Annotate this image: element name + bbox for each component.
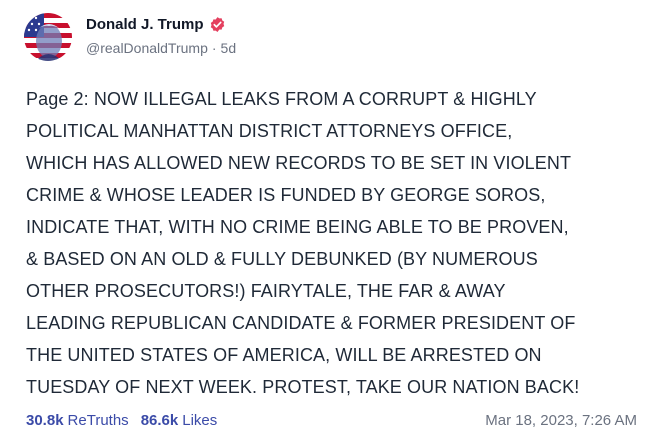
likes-label: Likes xyxy=(182,412,218,429)
post-text-line: WHICH HAS ALLOWED NEW RECORDS TO BE SET … xyxy=(26,153,572,173)
post-text-line: CRIME & WHOSE LEADER IS FUNDED BY GEORGE… xyxy=(26,185,546,205)
likes-count: 86.6k xyxy=(140,412,179,429)
verified-badge-icon xyxy=(209,16,226,33)
post-card: Donald J. Trump @realDonaldTrump · 5d Page… xyxy=(0,0,664,441)
post-text-line: THE UNITED STATES OF AMERICA, WILL BE AR… xyxy=(26,345,542,365)
post-timestamp[interactable]: Mar 18, 2023, 7:26 AM xyxy=(485,412,637,429)
post-text: Page 2: NOW ILLEGAL LEAKS FROM A CORRUPT… xyxy=(26,83,648,403)
retruths-stat[interactable]: 30.8k ReTruths xyxy=(26,412,129,429)
avatar-image xyxy=(24,13,72,61)
display-name[interactable]: Donald J. Trump xyxy=(86,16,204,33)
likes-stat[interactable]: 86.6k Likes xyxy=(141,412,218,429)
post-text-line: POLITICAL MANHATTAN DISTRICT ATTORNEYS O… xyxy=(26,121,513,141)
post-text-line: TUESDAY OF NEXT WEEK. PROTEST, TAKE OUR … xyxy=(26,377,580,397)
avatar[interactable] xyxy=(24,13,72,61)
retruths-count: 30.8k xyxy=(26,412,64,429)
post-text-line: & BASED ON AN OLD & FULLY DEBUNKED (BY N… xyxy=(26,249,538,269)
author-handle[interactable]: @realDonaldTrump xyxy=(86,40,208,56)
author-meta-row: @realDonaldTrump · 5d xyxy=(86,40,236,56)
post-text-line: Page 2: NOW ILLEGAL LEAKS FROM A CORRUPT… xyxy=(26,89,537,109)
post-stats: 30.8k ReTruths 86.6k Likes xyxy=(26,412,217,429)
post-age[interactable]: 5d xyxy=(221,40,237,56)
post-text-line: OTHER PROSECUTORS!) FAIRYTALE, THE FAR &… xyxy=(26,281,506,301)
post-text-line: LEADING REPUBLICAN CANDIDATE & FORMER PR… xyxy=(26,313,576,333)
separator-dot: · xyxy=(211,40,217,56)
post-text-line: INDICATE THAT, WITH NO CRIME BEING ABLE … xyxy=(26,217,569,237)
author-name-row: Donald J. Trump xyxy=(86,16,226,33)
retruths-label: ReTruths xyxy=(67,412,129,429)
